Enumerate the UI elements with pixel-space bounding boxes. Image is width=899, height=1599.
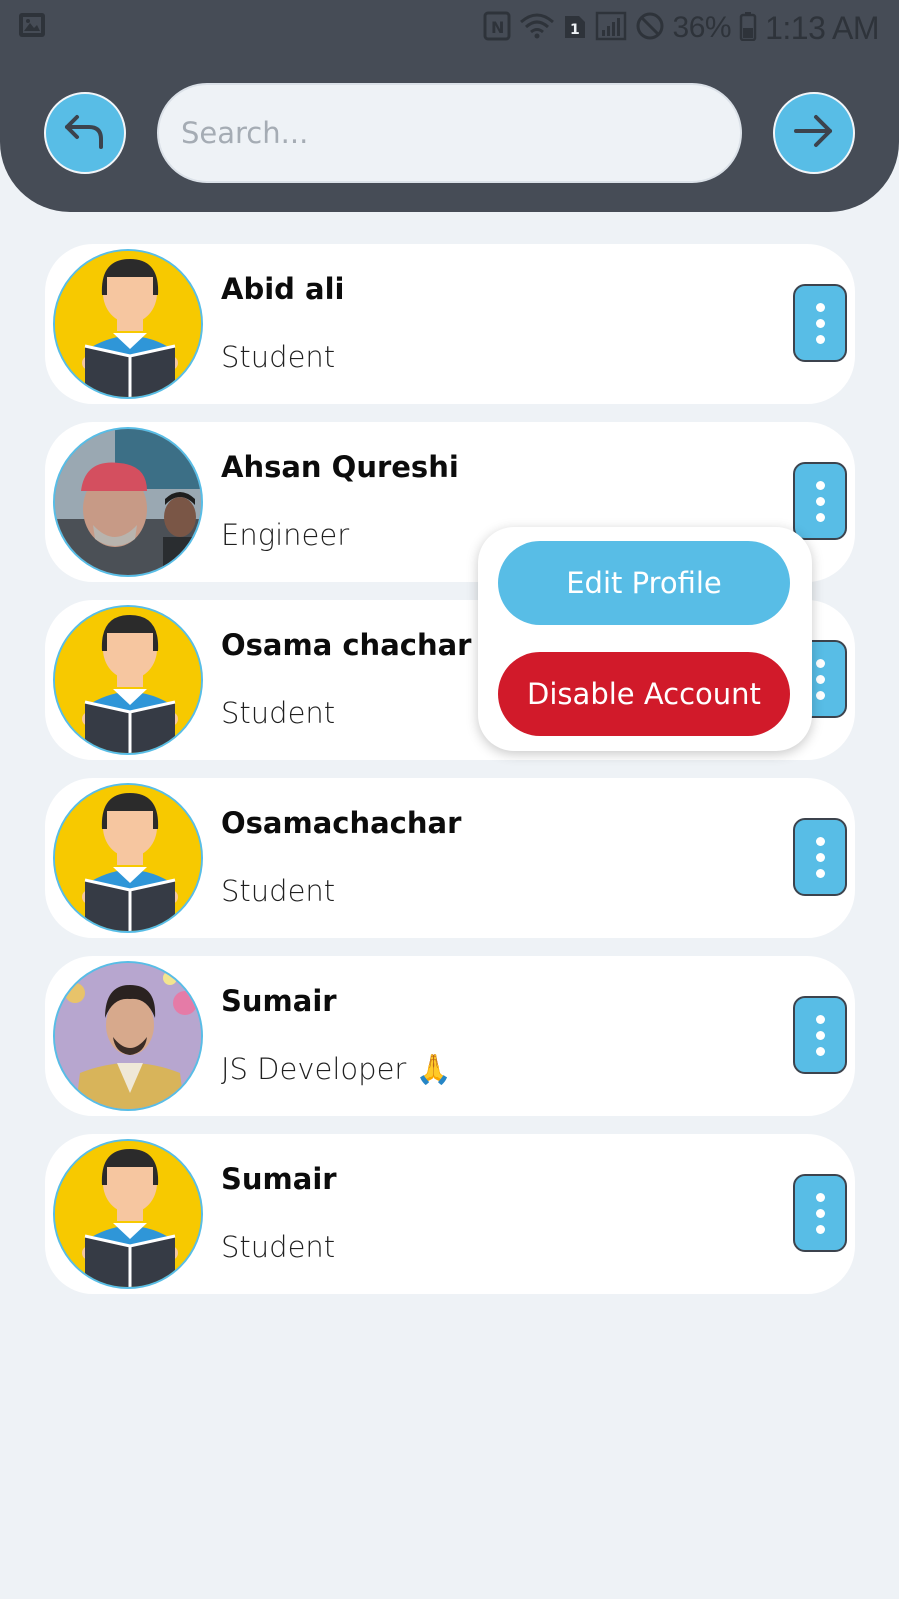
clock: 1:13 AM	[765, 9, 879, 46]
search-input[interactable]	[181, 116, 740, 150]
more-options-button[interactable]	[793, 818, 847, 896]
user-role: Student	[221, 1230, 336, 1264]
signal-icon	[595, 11, 627, 45]
disable-account-button[interactable]: Disable Account	[498, 652, 790, 736]
kebab-menu-icon	[815, 1014, 825, 1056]
user-role: Student	[221, 696, 336, 730]
arrow-right-icon	[792, 111, 836, 155]
battery-icon	[739, 11, 757, 45]
app-header: N 1 36% 1:13 AM Search...	[0, 0, 899, 212]
kebab-menu-icon	[815, 480, 825, 522]
options-popup-menu: Edit Profile Disable Account	[478, 527, 812, 751]
svg-text:N: N	[491, 18, 504, 37]
do-not-disturb-icon	[635, 11, 665, 45]
user-role: Engineer	[221, 518, 350, 552]
status-bar: N 1 36% 1:13 AM	[0, 0, 899, 56]
user-card[interactable]: Abid ali Student	[45, 244, 855, 404]
undo-arrow-icon	[63, 111, 107, 155]
student-avatar	[53, 1139, 203, 1289]
student-avatar	[53, 605, 203, 755]
more-options-button[interactable]	[793, 462, 847, 540]
battery-percent: 36%	[672, 11, 732, 44]
user-role: JS Developer 🙏	[221, 1052, 452, 1086]
photo-avatar	[53, 427, 203, 577]
kebab-menu-icon	[815, 1192, 825, 1234]
forward-button[interactable]	[773, 92, 855, 174]
user-name: Osama chachar	[221, 628, 472, 662]
search-field[interactable]	[157, 83, 742, 183]
user-name: Sumair	[221, 984, 337, 1018]
user-name: Sumair	[221, 1162, 337, 1196]
sim-icon: 1	[563, 12, 587, 44]
kebab-menu-icon	[815, 658, 825, 700]
more-options-button[interactable]	[793, 996, 847, 1074]
user-name: Abid ali	[221, 272, 345, 306]
kebab-menu-icon	[815, 302, 825, 344]
photo-avatar	[53, 961, 203, 1111]
edit-profile-button[interactable]: Edit Profile	[498, 541, 790, 625]
user-role: Student	[221, 874, 336, 908]
student-avatar	[53, 249, 203, 399]
back-button[interactable]	[44, 92, 126, 174]
user-card[interactable]: Osamachachar Student	[45, 778, 855, 938]
nfc-icon: N	[483, 11, 511, 45]
user-card[interactable]: Sumair Student	[45, 1134, 855, 1294]
user-card[interactable]: Sumair JS Developer 🙏	[45, 956, 855, 1116]
user-role: Student	[221, 340, 336, 374]
image-icon	[18, 12, 46, 42]
more-options-button[interactable]	[793, 1174, 847, 1252]
user-list: Abid ali Student Ahsan Qureshi Engineer	[45, 244, 855, 1312]
kebab-menu-icon	[815, 836, 825, 878]
more-options-button[interactable]	[793, 284, 847, 362]
svg-text:1: 1	[570, 22, 580, 38]
student-avatar	[53, 783, 203, 933]
user-name: Ahsan Qureshi	[221, 450, 459, 484]
wifi-icon	[519, 12, 555, 44]
user-name: Osamachachar	[221, 806, 462, 840]
